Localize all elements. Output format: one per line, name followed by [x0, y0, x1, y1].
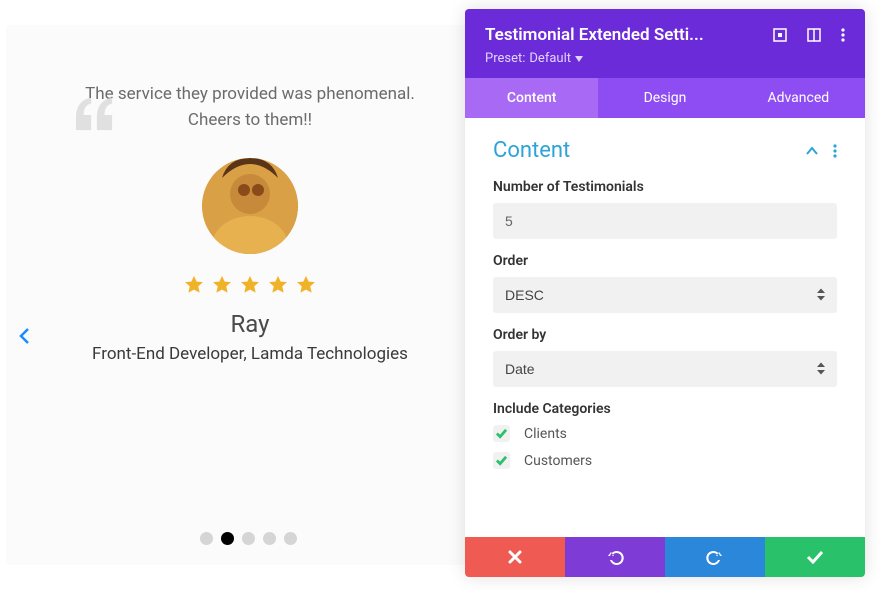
preset-label: Preset:: [485, 51, 525, 66]
order-value[interactable]: [493, 277, 837, 313]
categories-list: Clients Customers: [493, 425, 837, 469]
category-row: Clients: [493, 425, 837, 442]
tab-advanced[interactable]: Advanced: [732, 78, 865, 118]
star-icon: [295, 274, 317, 296]
number-input[interactable]: [493, 203, 837, 239]
tabs: Content Design Advanced: [465, 78, 865, 118]
field-label-number: Number of Testimonials: [493, 179, 837, 195]
star-icon: [267, 274, 289, 296]
preset-value: Default: [529, 51, 571, 66]
dot[interactable]: [200, 532, 213, 545]
caret-down-icon: [575, 56, 583, 62]
checkbox[interactable]: [493, 452, 510, 469]
cancel-button[interactable]: [465, 537, 565, 577]
redo-button[interactable]: [665, 537, 765, 577]
category-label: Clients: [524, 426, 567, 442]
avatar: [202, 158, 298, 254]
quote-icon: [76, 97, 114, 135]
rating-stars: [183, 274, 317, 296]
field-label-orderby: Order by: [493, 327, 837, 343]
dot[interactable]: [284, 532, 297, 545]
field-label-categories: Include Categories: [493, 401, 837, 417]
more-icon[interactable]: [841, 28, 845, 42]
category-row: Customers: [493, 452, 837, 469]
star-icon: [239, 274, 261, 296]
pagination-dots: [200, 532, 297, 545]
orderby-select[interactable]: [493, 351, 837, 387]
columns-icon[interactable]: [807, 28, 821, 42]
panel-body: Content Number of Testimonials Order Ord…: [465, 118, 865, 537]
tab-design[interactable]: Design: [598, 78, 731, 118]
prev-arrow[interactable]: [16, 327, 34, 349]
category-label: Customers: [524, 453, 592, 469]
settings-panel: Testimonial Extended Setti... Preset: De…: [465, 9, 865, 577]
dot[interactable]: [242, 532, 255, 545]
dot[interactable]: [221, 532, 234, 545]
panel-footer: [465, 537, 865, 577]
dot[interactable]: [263, 532, 276, 545]
panel-header: Testimonial Extended Setti... Preset: De…: [465, 9, 865, 78]
expand-icon[interactable]: [773, 28, 787, 42]
preset-dropdown[interactable]: Preset: Default: [485, 51, 845, 66]
field-label-order: Order: [493, 253, 837, 269]
star-icon: [211, 274, 233, 296]
order-select[interactable]: [493, 277, 837, 313]
author-name: Ray: [230, 310, 269, 338]
tab-content[interactable]: Content: [465, 78, 598, 118]
undo-button[interactable]: [565, 537, 665, 577]
checkbox[interactable]: [493, 425, 510, 442]
testimonial-card: The service they provided was phenomenal…: [6, 25, 494, 565]
star-icon: [183, 274, 205, 296]
save-button[interactable]: [765, 537, 865, 577]
author-title: Front-End Developer, Lamda Technologies: [92, 344, 408, 364]
orderby-value[interactable]: [493, 351, 837, 387]
collapse-icon[interactable]: [805, 146, 819, 156]
section-more-icon[interactable]: [833, 144, 837, 158]
section-title: Content: [493, 138, 570, 163]
panel-title: Testimonial Extended Setti...: [485, 25, 761, 45]
